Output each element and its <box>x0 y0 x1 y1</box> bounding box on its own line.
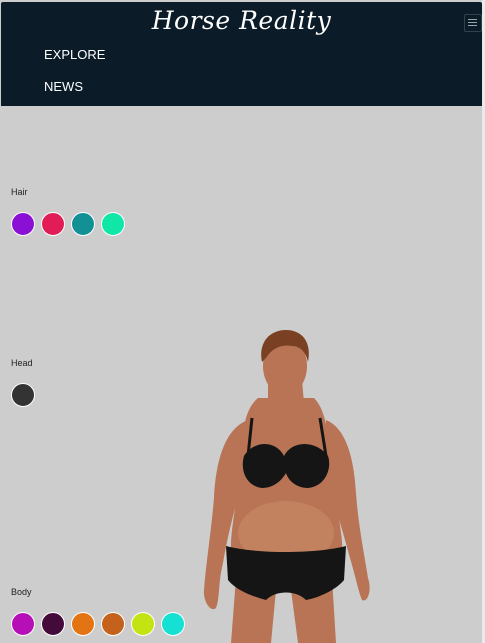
hair-section-label: Hair <box>11 187 28 197</box>
body-color-swatch[interactable] <box>161 612 185 636</box>
hair-color-swatches <box>11 212 125 236</box>
hair-color-swatch[interactable] <box>11 212 35 236</box>
body-color-swatch[interactable] <box>71 612 95 636</box>
hair-color-swatch[interactable] <box>101 212 125 236</box>
body-color-swatch[interactable] <box>101 612 125 636</box>
body-color-swatch[interactable] <box>41 612 65 636</box>
top-navbar: Horse Reality EXPLORE NEWS <box>1 2 482 106</box>
avatar-preview <box>203 330 370 643</box>
avatar-figure <box>203 330 370 643</box>
hair-color-swatch[interactable] <box>41 212 65 236</box>
body-color-swatches <box>11 612 185 636</box>
head-color-swatches <box>11 383 35 407</box>
nav-link-explore[interactable]: EXPLORE <box>44 47 105 62</box>
head-color-swatch[interactable] <box>11 383 35 407</box>
nav-link-news[interactable]: NEWS <box>44 79 83 94</box>
hamburger-menu-icon[interactable] <box>464 14 482 32</box>
brand-logo[interactable]: Horse Reality <box>1 6 482 35</box>
body-color-swatch[interactable] <box>11 612 35 636</box>
hair-color-swatch[interactable] <box>71 212 95 236</box>
body-color-swatch[interactable] <box>131 612 155 636</box>
body-section-label: Body <box>11 587 32 597</box>
head-section-label: Head <box>11 358 33 368</box>
